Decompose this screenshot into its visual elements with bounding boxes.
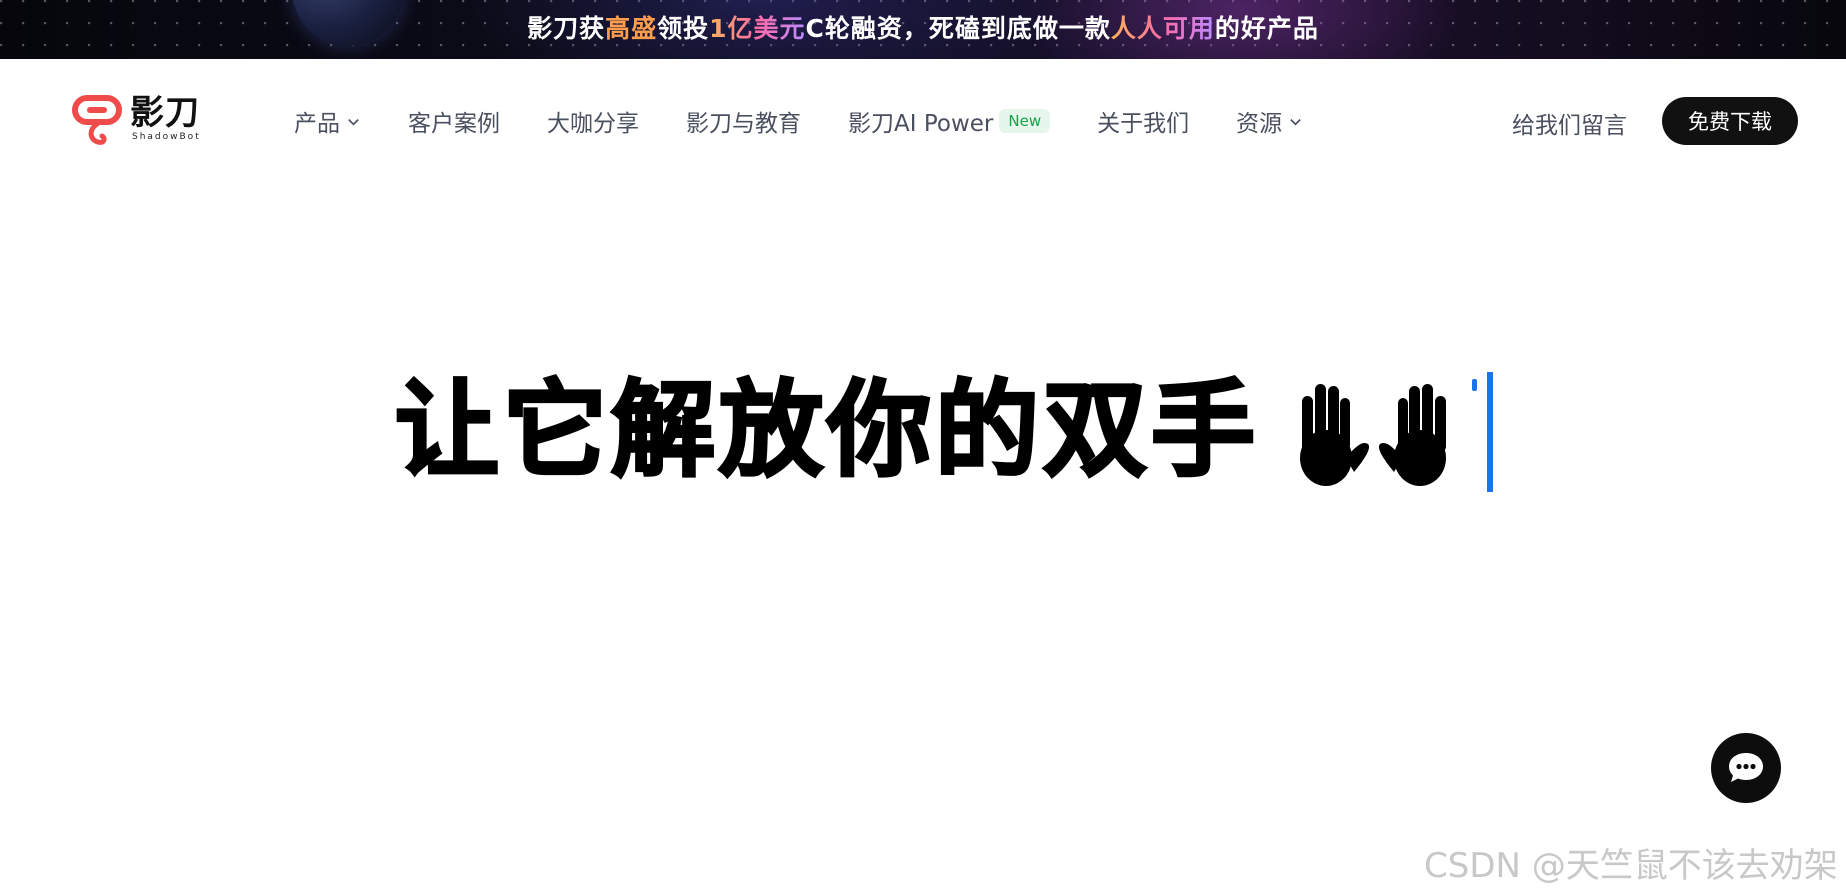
hands-icon bbox=[1300, 384, 1446, 486]
logo-subtitle: ShadowBot bbox=[132, 132, 201, 142]
free-download-button[interactable]: 免费下载 bbox=[1662, 97, 1798, 145]
announcement-banner[interactable]: 影刀获高盛领投1亿美元C轮融资，死磕到底做一款人人可用的好产品 bbox=[0, 0, 1846, 59]
typing-caret bbox=[1487, 372, 1493, 492]
nav-item-product[interactable]: 产品 bbox=[294, 104, 361, 138]
new-badge: New bbox=[999, 109, 1051, 133]
top-navbar: 影刀 ShadowBot 产品 客户案例 大咖分享 影刀与教育 影刀AI Pow… bbox=[0, 59, 1846, 183]
csdn-watermark: CSDN @天竺鼠不该去劝架 bbox=[1424, 846, 1838, 886]
nav-item-education[interactable]: 影刀与教育 bbox=[686, 104, 801, 138]
chat-button[interactable] bbox=[1711, 733, 1781, 803]
logo[interactable]: 影刀 ShadowBot bbox=[72, 94, 201, 148]
chevron-down-icon bbox=[348, 118, 359, 126]
main-menu: 产品 客户案例 大咖分享 影刀与教育 影刀AI Power New 关于我们 资… bbox=[294, 59, 1350, 183]
nav-item-about-us[interactable]: 关于我们 bbox=[1097, 104, 1189, 138]
hero-section: 让它解放你的双手 bbox=[0, 360, 1846, 500]
nav-item-ai-power[interactable]: 影刀AI Power New bbox=[848, 104, 1051, 138]
hero-title: 让它解放你的双手 bbox=[393, 369, 1260, 491]
logo-name: 影刀 bbox=[130, 93, 200, 133]
chat-icon bbox=[1729, 753, 1763, 782]
announcement-text: 影刀获高盛领投1亿美元C轮融资，死磕到底做一款人人可用的好产品 bbox=[527, 14, 1319, 43]
nav-item-resources[interactable]: 资源 bbox=[1236, 104, 1303, 138]
shadowbot-logo-icon bbox=[72, 95, 122, 145]
chevron-down-icon bbox=[1290, 118, 1301, 126]
typing-caret-mark bbox=[1472, 379, 1477, 391]
nav-item-expert-sharing[interactable]: 大咖分享 bbox=[547, 104, 639, 138]
leave-message-link[interactable]: 给我们留言 bbox=[1512, 106, 1627, 140]
nav-item-customer-cases[interactable]: 客户案例 bbox=[408, 104, 500, 138]
